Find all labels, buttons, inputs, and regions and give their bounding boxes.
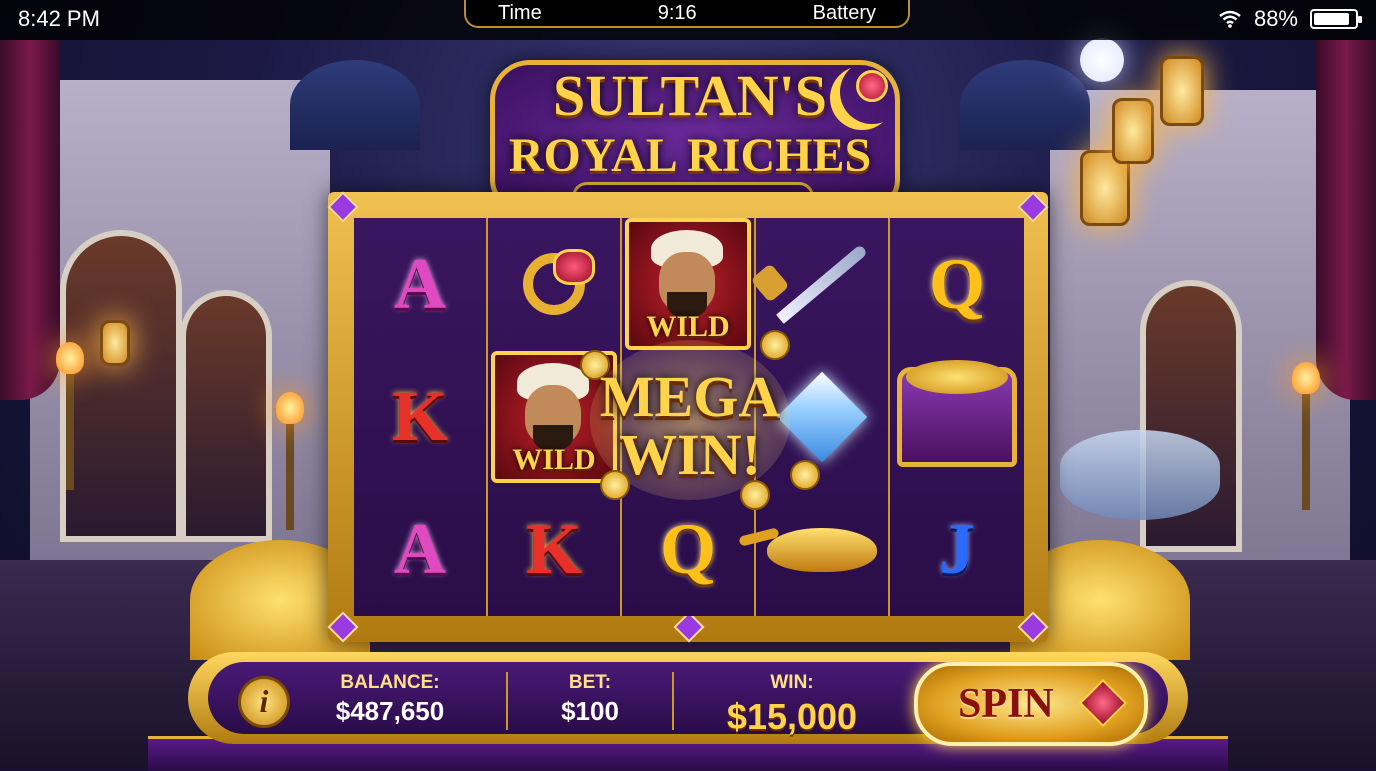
chest-gold — [906, 359, 1008, 394]
symbol-a: A — [394, 509, 446, 590]
ruby-ring-icon — [523, 249, 595, 316]
notch-time-value: 9:16 — [657, 1, 697, 24]
ruby-icon — [856, 70, 888, 102]
left-torch — [276, 392, 304, 530]
magic-lamp-icon — [738, 526, 877, 572]
left-inner-archway — [180, 290, 272, 542]
bet-value: $100 — [561, 696, 619, 726]
mega-win-banner: MEGA WIN! — [560, 330, 820, 510]
balance-value: $487,650 — [335, 696, 445, 726]
ruby-gem-icon — [1078, 678, 1128, 728]
symbol-k: K — [391, 376, 448, 457]
reel-symbol — [890, 351, 1024, 484]
control-bar: i BALANCE: $487,650 BET: $100 WIN: $15,0… — [148, 652, 1228, 771]
reel-symbol: A — [354, 218, 486, 351]
divider — [506, 672, 508, 730]
status-notch: Time 9:16 Battery — [464, 0, 910, 28]
logo-title-line2: ROYAL RICHES — [508, 129, 872, 182]
notch-time-label: Time — [498, 1, 542, 24]
scimitar-hilt — [750, 263, 790, 304]
reel-1: A K A — [354, 218, 488, 616]
bet-label: BET: — [568, 672, 612, 693]
frame-gem-icon — [1017, 611, 1049, 643]
right-curtain — [1316, 40, 1376, 400]
spin-button[interactable]: SPIN — [914, 662, 1148, 746]
reel-symbol: Q — [890, 218, 1024, 351]
notch-battery-label: Battery — [812, 1, 876, 24]
symbol-a: A — [394, 243, 446, 324]
battery-level-fill — [1314, 13, 1350, 25]
info-button[interactable]: i — [238, 676, 290, 728]
win-display: WIN: $15,000 — [696, 672, 888, 738]
status-clock: 8:42 PM — [18, 6, 100, 31]
status-bar: 8:42 PM Time 9:16 Battery 88% — [0, 0, 1376, 40]
mega-win-line2: WIN! — [619, 422, 761, 487]
battery-icon — [1310, 9, 1362, 29]
scimitar-blade — [776, 244, 868, 325]
fountain — [1060, 430, 1220, 520]
balance-display: BALANCE: $487,650 — [308, 672, 472, 727]
frame-gem-icon — [327, 611, 359, 643]
ruby-icon — [553, 249, 595, 286]
left-archway — [60, 230, 182, 542]
wifi-icon — [1218, 10, 1242, 28]
hanging-lantern — [1112, 98, 1154, 164]
spin-label: SPIN — [958, 681, 1054, 727]
reel-symbol: A — [354, 483, 486, 616]
wall-lantern — [100, 320, 130, 366]
moon — [1080, 38, 1124, 82]
left-curtain — [0, 40, 60, 400]
symbol-j: J — [939, 509, 975, 590]
symbol-q: Q — [928, 243, 985, 324]
left-dome — [290, 60, 420, 150]
right-torch — [1292, 362, 1320, 510]
coin-icon — [760, 330, 790, 360]
battery-percent: 88% — [1253, 6, 1298, 31]
divider — [672, 672, 674, 730]
status-indicators: 88% — [1218, 6, 1362, 32]
hanging-lantern — [1160, 56, 1204, 126]
bet-display[interactable]: BET: $100 — [534, 672, 646, 727]
balance-label: BALANCE: — [340, 672, 440, 693]
reel-symbol: J — [890, 483, 1024, 616]
frame-gem-icon — [673, 611, 705, 643]
reel-5: Q J — [890, 218, 1024, 616]
scimitar-icon — [750, 244, 877, 325]
mega-win-line1: MEGA — [599, 364, 781, 429]
treasure-chest-icon — [897, 359, 1017, 467]
symbol-q: Q — [659, 509, 716, 590]
win-value: $15,000 — [726, 696, 858, 737]
reel-symbol: K — [354, 351, 486, 484]
symbol-k: K — [525, 509, 582, 590]
left-torch — [56, 342, 84, 490]
win-label: WIN: — [770, 672, 814, 693]
right-dome — [960, 60, 1090, 150]
